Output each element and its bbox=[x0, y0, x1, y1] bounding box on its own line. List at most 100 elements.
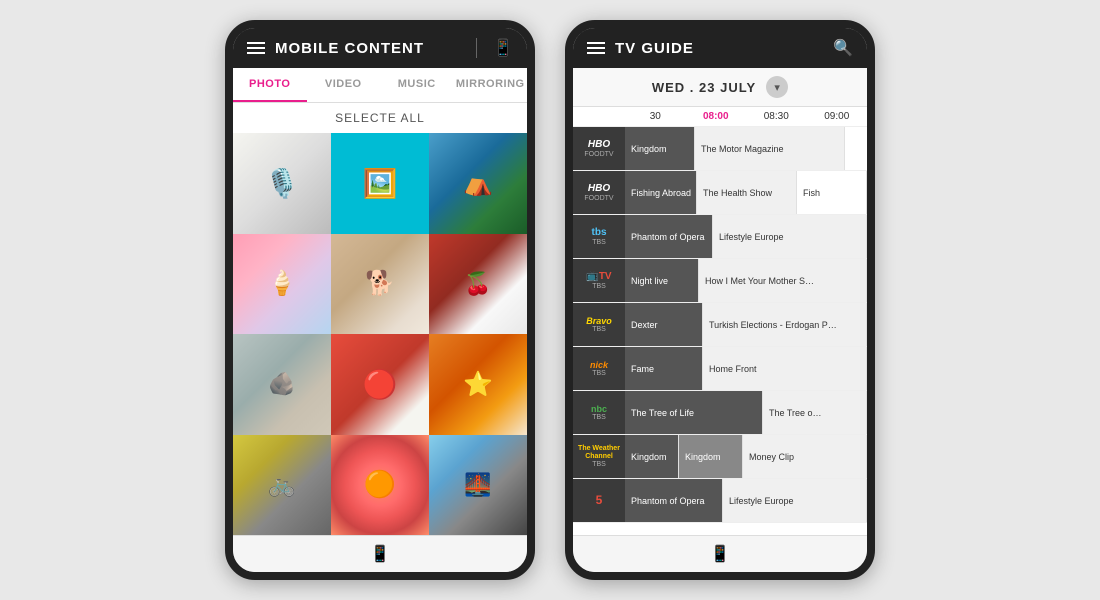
program-phantom-1[interactable]: Phantom of Opera bbox=[625, 215, 713, 258]
photo-cell-12[interactable]: 🌉 bbox=[429, 435, 527, 536]
tv-title: TV GUIDE bbox=[615, 40, 823, 57]
program-how-met[interactable]: How I Met Your Mother S… bbox=[699, 259, 867, 302]
tv-header: TV GUIDE 🔍 bbox=[573, 28, 867, 68]
programs-row-9: Phantom of Opera Lifestyle Europe bbox=[625, 479, 867, 522]
mobile-bottom-bar: 📱 bbox=[233, 535, 527, 572]
guide-row-8: The Weather Channel TBS Kingdom Kingdom … bbox=[573, 435, 867, 479]
channel-col-header bbox=[573, 107, 625, 126]
tbs-sub-1: TBS bbox=[592, 239, 606, 246]
tv-phone-frame: TV GUIDE 🔍 WED . 23 JULY ▾ 30 08:00 08:3… bbox=[565, 20, 875, 580]
photo-cell-11[interactable]: 🟠 bbox=[331, 435, 429, 536]
program-dexter[interactable]: Dexter bbox=[625, 303, 703, 346]
program-lifestyle-1[interactable]: Lifestyle Europe bbox=[713, 215, 867, 258]
program-night-live[interactable]: Night live bbox=[625, 259, 699, 302]
guide-row-5: Bravo TBS Dexter Turkish Elections - Erd… bbox=[573, 303, 867, 347]
photo-cell-5[interactable]: 🐕 bbox=[331, 234, 429, 335]
program-tree-o[interactable]: The Tree o… bbox=[763, 391, 867, 434]
header-divider bbox=[476, 38, 477, 58]
channel-tv-tbs: 📺TV TBS bbox=[573, 259, 625, 302]
photo-grid: 🎙️ 🖼️ ⛺ 🍦 🐕 🍒 🪨 🔴 ⭐ 🚲 🟠 🌉 bbox=[233, 133, 527, 535]
photo-cell-4[interactable]: 🍦 bbox=[233, 234, 331, 335]
guide-row-3: tbs TBS Phantom of Opera Lifestyle Europ… bbox=[573, 215, 867, 259]
search-icon[interactable]: 🔍 bbox=[833, 38, 853, 58]
mobile-phone-frame: MOBILE CONTENT 📱 PHOTO VIDEO MUSIC MIRRO… bbox=[225, 20, 535, 580]
select-all-bar[interactable]: SELECTE ALL bbox=[233, 103, 527, 133]
photo-cell-10[interactable]: 🚲 bbox=[233, 435, 331, 536]
guide-scroll[interactable]: HBO FOODTV Kingdom The Motor Magazine HB… bbox=[573, 127, 867, 535]
programs-row-7: The Tree of Life The Tree o… bbox=[625, 391, 867, 434]
tv-sub: TBS bbox=[592, 283, 606, 290]
weather-logo: The Weather Channel bbox=[575, 445, 623, 462]
program-money-clip[interactable]: Money Clip bbox=[743, 435, 867, 478]
program-lifestyle-2[interactable]: Lifestyle Europe bbox=[723, 479, 867, 522]
photo-cell-2[interactable]: 🖼️ bbox=[331, 133, 429, 234]
nbc-sub: TBS bbox=[592, 414, 606, 421]
tab-photo[interactable]: PHOTO bbox=[233, 68, 307, 102]
channel-hbo-2: HBO FOODTV bbox=[573, 171, 625, 214]
nick-sub: TBS bbox=[592, 370, 606, 377]
program-tree-life[interactable]: The Tree of Life bbox=[625, 391, 763, 434]
mobile-header: MOBILE CONTENT 📱 bbox=[233, 28, 527, 68]
tab-video[interactable]: VIDEO bbox=[307, 68, 381, 102]
photo-cell-1[interactable]: 🎙️ bbox=[233, 133, 331, 234]
programs-row-3: Phantom of Opera Lifestyle Europe bbox=[625, 215, 867, 258]
programs-row-4: Night live How I Met Your Mother S… bbox=[625, 259, 867, 302]
photo-cell-6[interactable]: 🍒 bbox=[429, 234, 527, 335]
mobile-title: MOBILE CONTENT bbox=[275, 40, 460, 57]
mobile-device-icon: 📱 bbox=[370, 544, 390, 564]
programs-row-8: Kingdom Kingdom Money Clip bbox=[625, 435, 867, 478]
program-fishing[interactable]: Fishing Abroad bbox=[625, 171, 697, 214]
time-labels: 30 08:00 08:30 09:00 bbox=[625, 107, 867, 126]
tv-device-icon: 📱 bbox=[710, 544, 730, 564]
guide-row-6: nick TBS Fame Home Front bbox=[573, 347, 867, 391]
guide-row-1: HBO FOODTV Kingdom The Motor Magazine bbox=[573, 127, 867, 171]
program-kingdom-w1[interactable]: Kingdom bbox=[625, 435, 679, 478]
program-kingdom-w2[interactable]: Kingdom bbox=[679, 435, 743, 478]
nbc-logo: nbc bbox=[591, 404, 607, 415]
programs-row-2: Fishing Abroad The Health Show Fish bbox=[625, 171, 867, 214]
mobile-tabs: PHOTO VIDEO MUSIC MIRRORING bbox=[233, 68, 527, 103]
date-dropdown-button[interactable]: ▾ bbox=[766, 76, 788, 98]
nick-logo: nick bbox=[590, 360, 608, 371]
channel-weather: The Weather Channel TBS bbox=[573, 435, 625, 478]
tv-bottom-bar: 📱 bbox=[573, 535, 867, 572]
weather-sub: TBS bbox=[592, 461, 606, 468]
bravo-logo: Bravo bbox=[586, 316, 612, 327]
time-label-30: 30 bbox=[625, 107, 686, 126]
photo-cell-7[interactable]: 🪨 bbox=[233, 334, 331, 435]
date-label: WED . 23 JULY bbox=[652, 80, 756, 95]
tv-hamburger-icon[interactable] bbox=[587, 42, 605, 54]
channel-hbo-1: HBO FOODTV bbox=[573, 127, 625, 170]
cast-icon[interactable]: 📱 bbox=[493, 38, 513, 58]
time-label-0900: 09:00 bbox=[807, 107, 868, 126]
channel-bravo: Bravo TBS bbox=[573, 303, 625, 346]
program-fish[interactable]: Fish bbox=[797, 171, 867, 214]
photo-cell-9[interactable]: ⭐ bbox=[429, 334, 527, 435]
program-turkish[interactable]: Turkish Elections - Erdogan P… bbox=[703, 303, 867, 346]
ch5-logo: 5 bbox=[596, 493, 603, 507]
date-bar: WED . 23 JULY ▾ bbox=[573, 68, 867, 107]
program-motor-magazine[interactable]: The Motor Magazine bbox=[695, 127, 845, 170]
channel-nbc: nbc TBS bbox=[573, 391, 625, 434]
tab-music[interactable]: MUSIC bbox=[380, 68, 454, 102]
tbs-logo-1: tbs bbox=[592, 227, 607, 239]
photo-cell-8[interactable]: 🔴 bbox=[331, 334, 429, 435]
programs-row-5: Dexter Turkish Elections - Erdogan P… bbox=[625, 303, 867, 346]
select-all-label: SELECTE ALL bbox=[335, 111, 425, 125]
program-fame[interactable]: Fame bbox=[625, 347, 703, 390]
tv-logo: 📺TV bbox=[586, 271, 611, 283]
program-kingdom-1[interactable]: Kingdom bbox=[625, 127, 695, 170]
program-phantom-2[interactable]: Phantom of Opera bbox=[625, 479, 723, 522]
program-home-front[interactable]: Home Front bbox=[703, 347, 867, 390]
hbo-sub-1: FOODTV bbox=[584, 151, 613, 158]
time-label-0830: 08:30 bbox=[746, 107, 807, 126]
program-health-show[interactable]: The Health Show bbox=[697, 171, 797, 214]
photo-cell-3[interactable]: ⛺ bbox=[429, 133, 527, 234]
tab-mirroring[interactable]: MIRRORING bbox=[454, 68, 528, 102]
hamburger-icon[interactable] bbox=[247, 42, 265, 54]
programs-row-6: Fame Home Front bbox=[625, 347, 867, 390]
guide-row-4: 📺TV TBS Night live How I Met Your Mother… bbox=[573, 259, 867, 303]
guide-row-2: HBO FOODTV Fishing Abroad The Health Sho… bbox=[573, 171, 867, 215]
guide-row-7: nbc TBS The Tree of Life The Tree o… bbox=[573, 391, 867, 435]
channel-nick: nick TBS bbox=[573, 347, 625, 390]
